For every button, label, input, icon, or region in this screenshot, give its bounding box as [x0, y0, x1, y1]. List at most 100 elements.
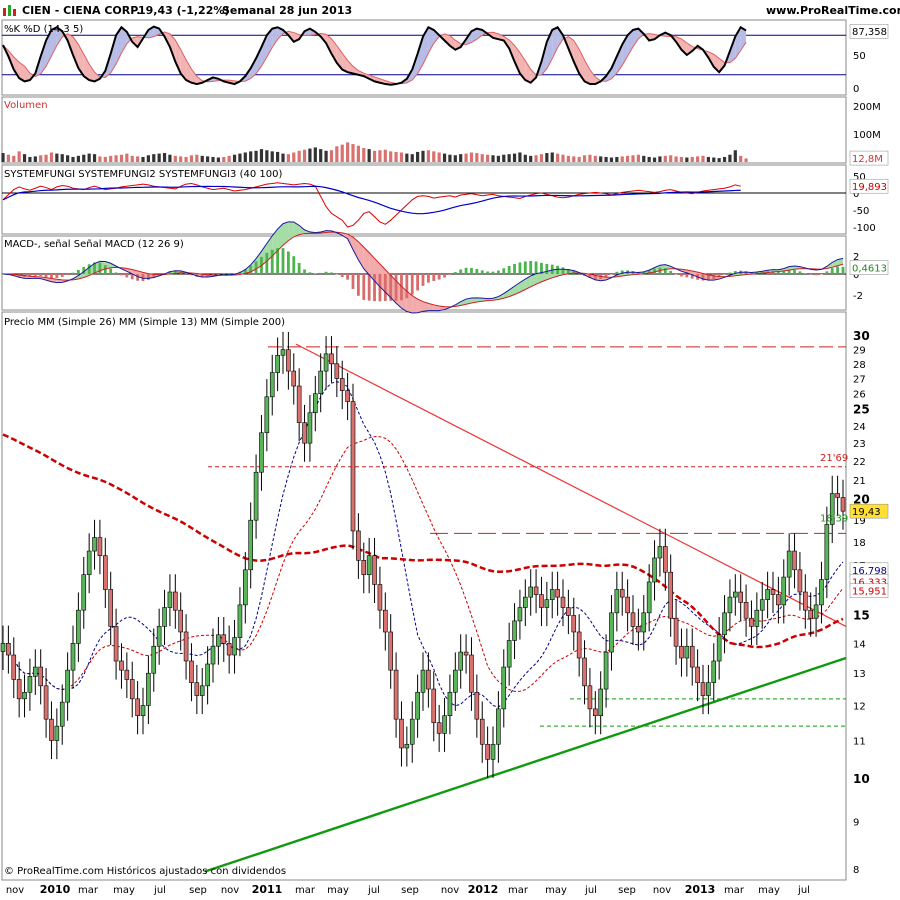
- price-tick-label: 21: [853, 476, 866, 487]
- candle-body: [313, 393, 318, 414]
- candle-body: [339, 378, 345, 391]
- macd-histogram-bar: [416, 274, 420, 291]
- candle-body: [797, 569, 803, 593]
- volume-bar: [442, 153, 447, 162]
- candle-body: [167, 591, 173, 608]
- candle-body: [59, 701, 65, 727]
- candle-body: [625, 596, 630, 614]
- candle-body: [776, 594, 781, 606]
- chart-canvas[interactable]: 500200M100M500-50-10020-2302928272625242…: [0, 0, 900, 900]
- candle-body: [646, 581, 652, 614]
- macd-title: MACD-, señal Señal MACD (12 26 9): [4, 239, 184, 250]
- volume-bar: [701, 155, 705, 162]
- candle-body: [146, 672, 151, 706]
- volume-bar: [319, 149, 323, 162]
- candle-body: [415, 691, 420, 720]
- candle-body: [614, 589, 620, 614]
- candle-body: [576, 631, 582, 659]
- candle-body: [555, 589, 560, 598]
- candle-body: [630, 612, 636, 627]
- volume-bar: [512, 153, 517, 162]
- candle-body: [819, 579, 824, 606]
- volume-bar: [216, 157, 220, 162]
- volume-bar: [103, 156, 107, 162]
- volume-bar: [615, 156, 619, 162]
- candle-body: [506, 640, 512, 668]
- candle-body: [786, 550, 792, 578]
- stoch-value-badge: 87,358: [852, 27, 887, 38]
- macd-histogram-bar: [502, 268, 506, 274]
- macd-histogram-bar: [60, 274, 64, 277]
- candle-body: [280, 349, 286, 356]
- candle-body: [517, 607, 523, 622]
- volume-bar: [173, 155, 177, 162]
- volume-bar: [200, 155, 204, 162]
- volume-bar: [356, 145, 360, 162]
- volume-bar: [1, 153, 5, 162]
- volume-bar: [459, 154, 463, 162]
- x-tick-label: 2011: [252, 883, 283, 896]
- x-tick-label: jul: [797, 885, 810, 896]
- x-tick-label: nov: [6, 885, 24, 896]
- price-tick-label: 12: [853, 701, 866, 712]
- macd-histogram-bar: [50, 274, 53, 278]
- macd-histogram-bar: [44, 274, 48, 277]
- candle-body: [43, 685, 49, 720]
- macd-histogram-bar: [410, 274, 414, 295]
- volume-bar: [566, 155, 570, 162]
- candle-body: [356, 530, 361, 561]
- candle-body: [593, 708, 598, 717]
- volume-bar: [351, 144, 355, 162]
- macd-histogram-bar: [534, 261, 538, 274]
- price-badge-last: 19,43: [852, 507, 881, 518]
- candle-body: [749, 617, 754, 627]
- x-tick-label: may: [327, 885, 349, 896]
- candle-body: [716, 634, 722, 662]
- macd-histogram-bar: [98, 262, 102, 274]
- price-badge-ma200: 15,951: [852, 587, 887, 598]
- systemfungi-title: SYSTEMFUNGI SYSTEMFUNGI2 SYSTEMFUNGI3 (4…: [4, 169, 282, 180]
- volume-bar: [539, 154, 544, 162]
- candle-body: [243, 569, 248, 606]
- candle-body: [129, 679, 135, 700]
- macd-histogram-bar: [814, 274, 818, 276]
- price-tick-label: 25: [853, 403, 870, 417]
- candle-body: [65, 669, 70, 703]
- candle-body: [738, 591, 743, 603]
- macd-histogram-bar: [615, 271, 619, 274]
- candle-body: [334, 363, 340, 379]
- macd-histogram-bar: [33, 274, 37, 276]
- candle-body: [523, 596, 528, 608]
- macd-histogram-bar: [367, 274, 371, 301]
- volume-bar: [276, 151, 280, 162]
- volume-bar: [410, 154, 414, 162]
- macd-value-badge: 0,4613: [852, 264, 887, 275]
- macd-histogram-bar: [76, 269, 80, 274]
- candle-body: [636, 626, 641, 633]
- volume-bar: [308, 148, 312, 162]
- candle-body: [835, 493, 840, 498]
- volume-bar: [286, 154, 290, 162]
- macd-histogram-bar: [529, 260, 533, 274]
- macd-histogram-bar: [71, 272, 75, 274]
- candle-body: [259, 432, 264, 473]
- candle-body: [485, 743, 490, 760]
- candle-body: [813, 604, 819, 619]
- candle-body: [582, 657, 587, 687]
- price-tick-label: 14: [853, 639, 866, 650]
- candle-body: [253, 471, 259, 521]
- x-tick-label: 2012: [468, 883, 499, 896]
- macd-histogram-bar: [426, 274, 430, 283]
- volume-bar: [469, 152, 474, 162]
- candle-body: [22, 691, 27, 700]
- macd-histogram-bar: [394, 274, 398, 301]
- volume-bar: [722, 156, 727, 162]
- volume-bar: [733, 150, 737, 162]
- volume-bar: [130, 155, 134, 162]
- candle-body: [103, 555, 108, 590]
- volume-bar: [647, 156, 651, 162]
- x-tick-label: mar: [508, 885, 529, 896]
- candle-body: [781, 576, 787, 606]
- volume-bar: [152, 154, 156, 162]
- candle-body: [248, 519, 253, 571]
